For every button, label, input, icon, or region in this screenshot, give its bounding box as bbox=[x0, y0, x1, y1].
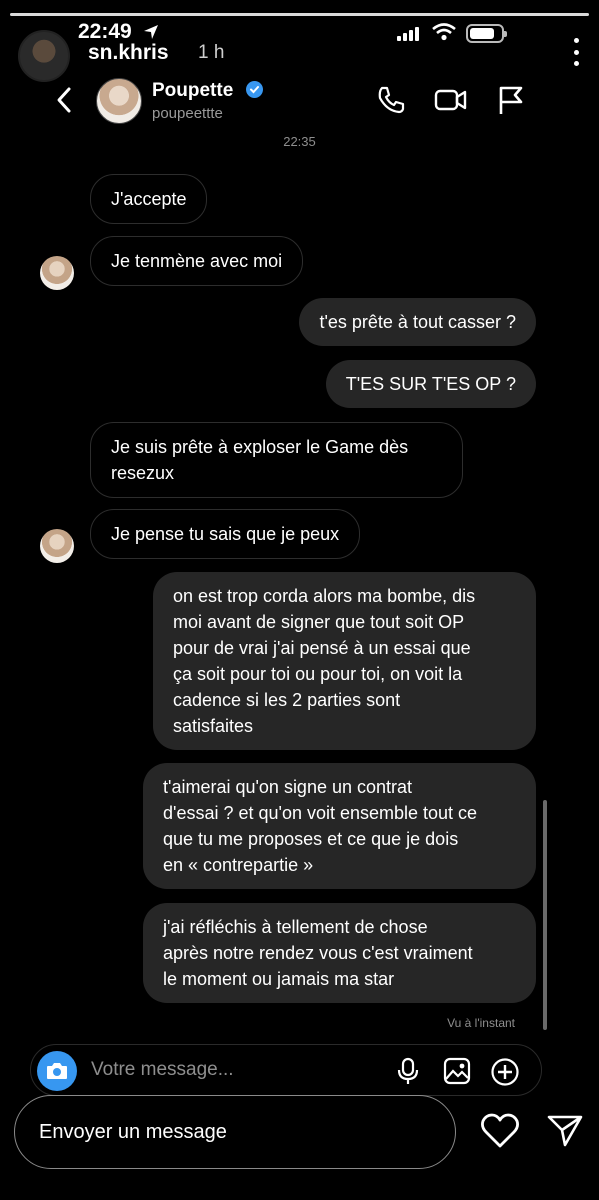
message-bubble[interactable]: J'accepte bbox=[90, 174, 208, 224]
status-bar-time: 22:49 bbox=[78, 20, 132, 43]
story-progress-bar bbox=[10, 13, 589, 16]
story-reply-input[interactable]: Envoyer un message bbox=[14, 1095, 456, 1169]
contact-name[interactable]: Poupette bbox=[152, 80, 233, 102]
message-bubble[interactable]: t'es prête à tout casser ? bbox=[299, 298, 536, 346]
gallery-icon[interactable] bbox=[443, 1057, 471, 1085]
back-chevron-icon[interactable] bbox=[54, 86, 74, 114]
contact-mini-avatar bbox=[40, 529, 74, 563]
story-time-ago: 1 h bbox=[198, 42, 225, 63]
send-icon[interactable] bbox=[546, 1114, 584, 1148]
message-composer[interactable]: Votre message... bbox=[30, 1044, 542, 1096]
seen-status: Vu à l'instant bbox=[447, 1016, 515, 1030]
scrollbar[interactable] bbox=[543, 800, 547, 1030]
verified-badge-icon bbox=[246, 81, 263, 98]
message-bubble[interactable]: on est trop corda alors ma bombe, dis mo… bbox=[153, 572, 536, 750]
story-username[interactable]: sn.khris bbox=[88, 41, 169, 65]
phone-call-icon[interactable] bbox=[375, 84, 407, 116]
flag-icon[interactable] bbox=[497, 84, 525, 116]
add-circle-icon[interactable] bbox=[490, 1057, 520, 1087]
battery-icon bbox=[466, 24, 507, 43]
wifi-icon bbox=[432, 23, 456, 41]
message-bubble[interactable]: Je suis prête à exploser le Game dès res… bbox=[90, 422, 463, 498]
story-user-avatar[interactable] bbox=[18, 30, 70, 82]
signal-icon bbox=[397, 27, 419, 41]
heart-icon[interactable] bbox=[480, 1113, 520, 1149]
message-bubble[interactable]: T'ES SUR T'ES OP ? bbox=[325, 360, 536, 408]
video-call-icon[interactable] bbox=[434, 84, 468, 116]
contact-avatar[interactable] bbox=[96, 78, 142, 124]
camera-icon bbox=[47, 1063, 67, 1079]
camera-button[interactable] bbox=[37, 1051, 77, 1091]
microphone-icon[interactable] bbox=[397, 1057, 419, 1085]
message-bubble[interactable]: j'ai réfléchis à tellement de chose aprè… bbox=[143, 903, 536, 1003]
contact-handle: poupeettte bbox=[152, 105, 223, 122]
message-bubble[interactable]: Je tenmène avec moi bbox=[90, 236, 304, 286]
location-arrow-icon bbox=[144, 25, 158, 39]
message-bubble[interactable]: t'aimerai qu'on signe un contrat d'essai… bbox=[143, 763, 536, 889]
message-bubble[interactable]: Je pense tu sais que je peux bbox=[90, 509, 361, 559]
more-options-icon[interactable] bbox=[571, 38, 581, 66]
contact-mini-avatar bbox=[40, 256, 74, 290]
message-timestamp: 22:35 bbox=[283, 134, 316, 149]
composer-placeholder[interactable]: Votre message... bbox=[91, 1059, 234, 1081]
reply-placeholder[interactable]: Envoyer un message bbox=[39, 1121, 227, 1144]
